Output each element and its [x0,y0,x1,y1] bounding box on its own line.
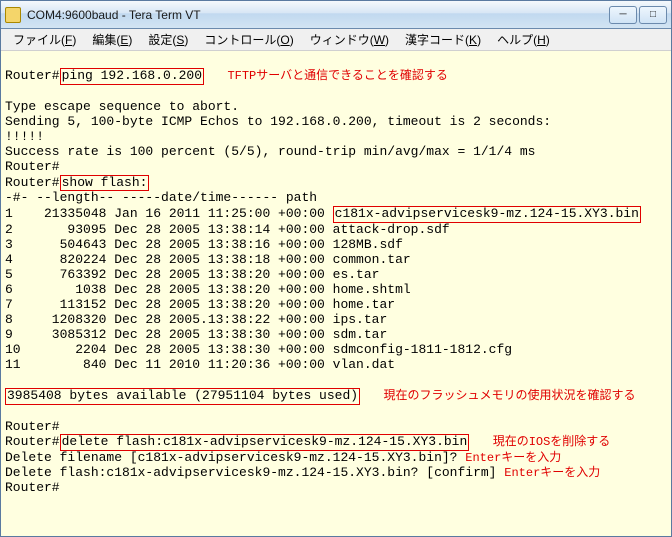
menubar: ファイル(F) 編集(E) 設定(S) コントロール(O) ウィンドウ(W) 漢… [1,29,671,51]
delete-note: 現在のIOSを削除する [493,435,611,449]
prompt: Router# [5,175,60,190]
enter-note: Enterキーを入力 [465,451,561,465]
term-line: !!!!! [5,129,44,144]
menu-help[interactable]: ヘルプ(H) [489,29,558,50]
flash-row: 3 504643 Dec 28 2005 13:38:16 +00:00 128… [5,237,403,252]
menu-kanji[interactable]: 漢字コード(K) [397,29,489,50]
term-line: Success rate is 100 percent (5/5), round… [5,144,536,159]
minimize-button[interactable]: ─ [609,6,637,24]
prompt: Router# [5,419,60,434]
delete-command: delete flash:c181x-advipservicesk9-mz.12… [60,434,470,451]
ios-filename: c181x-advipservicesk9-mz.124-15.XY3.bin [333,206,641,223]
flash-row: 5 763392 Dec 28 2005 13:38:20 +00:00 es.… [5,267,379,282]
flash-row: 8 1208320 Dec 28 2005.13:38:22 +00:00 ip… [5,312,387,327]
prompt: Router# [5,480,60,495]
terminal[interactable]: Router#ping 192.168.0.200 TFTPサーバと通信できるこ… [1,51,671,536]
prompt: Router# [5,434,60,449]
titlebar[interactable]: COM4:9600baud - Tera Term VT ─ □ [1,1,671,29]
menu-edit[interactable]: 編集(E) [84,29,140,50]
flash-row: 2 93095 Dec 28 2005 13:38:14 +00:00 atta… [5,222,450,237]
ping-note: TFTPサーバと通信できることを確認する [227,69,447,83]
flash-header: -#- --length-- -----date/time------ path [5,190,317,205]
maximize-button[interactable]: □ [639,6,667,24]
flash-summary: 3985408 bytes available (27951104 bytes … [5,388,360,405]
flash-row: 1 21335048 Jan 16 2011 11:25:00 +00:00 [5,206,333,221]
prompt: Router# [5,68,60,83]
term-line: Delete flash:c181x-advipservicesk9-mz.12… [5,465,504,480]
term-line: Sending 5, 100-byte ICMP Echos to 192.16… [5,114,551,129]
flash-row: 10 2204 Dec 28 2005 13:38:30 +00:00 sdmc… [5,342,512,357]
flash-row: 6 1038 Dec 28 2005 13:38:20 +00:00 home.… [5,282,411,297]
enter-note: Enterキーを入力 [504,466,600,480]
term-line: Delete filename [c181x-advipservicesk9-m… [5,450,465,465]
ping-command: ping 192.168.0.200 [60,68,204,85]
menu-file[interactable]: ファイル(F) [5,29,84,50]
showflash-command: show flash: [60,175,150,192]
flash-summary-note: 現在のフラッシュメモリの使用状況を確認する [383,389,635,403]
flash-row: 7 113152 Dec 28 2005 13:38:20 +00:00 hom… [5,297,395,312]
prompt: Router# [5,159,60,174]
menu-window[interactable]: ウィンドウ(W) [302,29,397,50]
flash-row: 4 820224 Dec 28 2005 13:38:18 +00:00 com… [5,252,411,267]
window-root: COM4:9600baud - Tera Term VT ─ □ ファイル(F)… [0,0,672,537]
flash-row: 11 840 Dec 11 2010 11:20:36 +00:00 vlan.… [5,357,395,372]
term-line: Type escape sequence to abort. [5,99,239,114]
app-icon [5,7,21,23]
menu-setup[interactable]: 設定(S) [140,29,196,50]
flash-row: 9 3085312 Dec 28 2005 13:38:30 +00:00 sd… [5,327,387,342]
menu-control[interactable]: コントロール(O) [196,29,301,50]
window-title: COM4:9600baud - Tera Term VT [27,8,201,22]
